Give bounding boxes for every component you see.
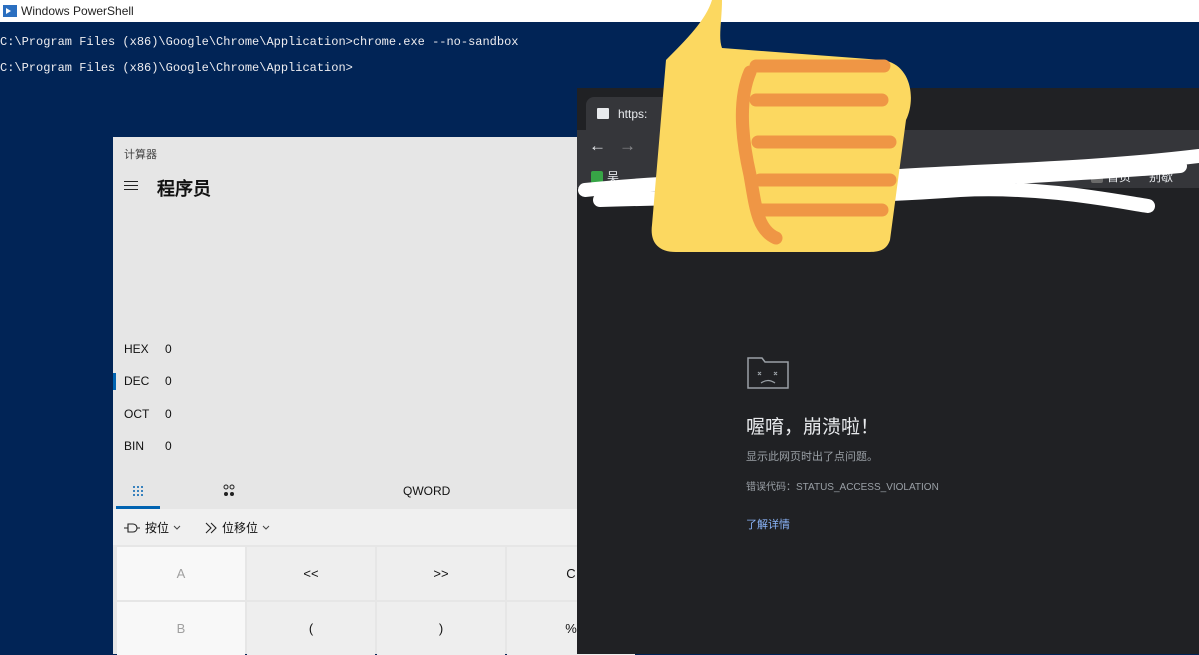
radix-selected-indicator bbox=[113, 373, 116, 390]
learn-more-link[interactable]: 了解详情 bbox=[746, 516, 790, 532]
calculator-mode: 程序员 bbox=[157, 179, 211, 199]
tab-title: https: bbox=[618, 106, 648, 121]
bookmark-icon bbox=[1091, 171, 1103, 183]
bookmark-label: 别歇 bbox=[1149, 170, 1174, 184]
bitwise-icon bbox=[124, 522, 140, 533]
radix-value: 0 bbox=[165, 439, 172, 453]
key-close-paren[interactable]: ) bbox=[377, 602, 505, 655]
powershell-title: Windows PowerShell bbox=[21, 4, 134, 18]
radix-label: OCT bbox=[124, 407, 150, 421]
word-size-button[interactable]: QWORD bbox=[403, 484, 450, 498]
chevron-down-icon bbox=[262, 525, 270, 530]
back-arrow-icon[interactable]: ← bbox=[589, 136, 606, 156]
bitshift-label: 位移位 bbox=[222, 521, 259, 535]
hamburger-menu-icon[interactable] bbox=[124, 181, 138, 191]
radix-hex[interactable]: HEX 0 bbox=[113, 337, 313, 361]
radix-label: BIN bbox=[124, 439, 145, 453]
error-code: 错误代码：STATUS_ACCESS_VIOLATION bbox=[746, 482, 939, 493]
key-right-shift[interactable]: >> bbox=[377, 547, 505, 600]
bookmark-item[interactable]: 吴 bbox=[591, 168, 619, 185]
calculator-title: 计算器 bbox=[124, 149, 157, 161]
console-line: C:\Program Files (x86)\Google\Chrome\App… bbox=[0, 35, 519, 49]
calculator-window: 计算器 程序员 HEX 0 DEC 0 OCT 0 BIN 0 QWORD 按位… bbox=[113, 137, 635, 655]
forward-arrow-icon[interactable]: → bbox=[619, 136, 636, 156]
bitwise-label: 按位 bbox=[145, 521, 170, 535]
tab-bit-toggle[interactable] bbox=[217, 473, 241, 509]
radix-value: 0 bbox=[165, 374, 172, 388]
keypad-tabs: QWORD bbox=[113, 473, 583, 509]
radix-label: HEX bbox=[124, 342, 149, 356]
bookmark-icon bbox=[591, 171, 603, 183]
powershell-titlebar: Windows PowerShell bbox=[0, 0, 1199, 22]
radix-value: 0 bbox=[165, 342, 172, 356]
operator-bar: 按位 位移位 bbox=[113, 509, 583, 545]
key-b[interactable]: B bbox=[117, 602, 245, 655]
bookmark-item[interactable]: 别歇 bbox=[1149, 168, 1173, 185]
bitshift-dropdown[interactable]: 位移位 bbox=[204, 519, 270, 536]
powershell-icon bbox=[3, 5, 17, 17]
key-a[interactable]: A bbox=[117, 547, 245, 600]
radix-oct[interactable]: OCT 0 bbox=[113, 402, 313, 426]
console-prompt[interactable]: C:\Program Files (x86)\Google\Chrome\App… bbox=[0, 61, 353, 75]
key-open-paren[interactable]: ( bbox=[247, 602, 375, 655]
bitwise-dropdown[interactable]: 按位 bbox=[123, 519, 181, 536]
crash-title: 喔唷，崩溃啦！ bbox=[746, 417, 880, 438]
page-favicon bbox=[597, 108, 609, 119]
bookmark-label: 首页 bbox=[1107, 170, 1132, 184]
bookmark-item[interactable]: 2019 bbox=[979, 168, 1006, 182]
radix-dec[interactable]: DEC 0 bbox=[113, 369, 313, 393]
crash-folder-icon bbox=[747, 357, 789, 389]
radix-bin[interactable]: BIN 0 bbox=[113, 434, 313, 458]
bookmark-item[interactable]: 首页 bbox=[1091, 168, 1131, 185]
radix-label: DEC bbox=[124, 374, 150, 388]
radix-value: 0 bbox=[165, 407, 172, 421]
keypad-icon bbox=[133, 486, 143, 496]
bit-toggle-icon bbox=[223, 484, 235, 496]
crash-description: 显示此网页时出了点问题。 bbox=[746, 451, 878, 463]
bookmark-label: 2019 bbox=[979, 168, 1006, 182]
key-left-shift[interactable]: << bbox=[247, 547, 375, 600]
tab-full-keypad[interactable] bbox=[116, 473, 160, 509]
bookmark-label: 吴 bbox=[607, 170, 620, 184]
bitshift-icon bbox=[205, 522, 217, 533]
chevron-down-icon bbox=[173, 525, 181, 530]
thumbs-up-sticker bbox=[651, 0, 911, 252]
